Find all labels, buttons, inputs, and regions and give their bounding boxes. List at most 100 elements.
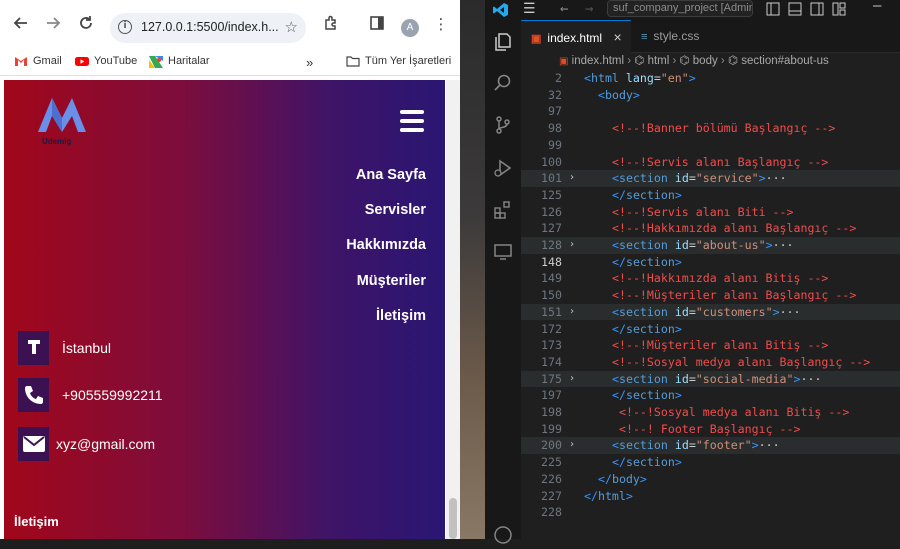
code-line[interactable]: 2 <html lang="en"> — [521, 70, 900, 87]
menu-kebab-icon[interactable]: ⋮ — [432, 15, 450, 33]
fold-chevron-icon[interactable]: › — [569, 437, 575, 454]
nav-back-icon[interactable]: ← — [560, 1, 568, 17]
fold-chevron-icon[interactable]: › — [569, 237, 575, 254]
code-line[interactable]: 175 › <section id="social-media">··· — [521, 370, 900, 388]
activity-bar — [485, 20, 521, 544]
bookmark-label: Haritalar — [168, 55, 210, 67]
code-line[interactable]: 99 — [521, 137, 900, 154]
customize-layout-icon[interactable] — [832, 1, 846, 20]
code-line[interactable]: 225 </section> — [521, 454, 900, 471]
code-text: </section> — [612, 254, 682, 269]
code-line[interactable]: 200 › <section id="footer">··· — [521, 437, 900, 455]
code-line[interactable]: 97 — [521, 103, 900, 120]
nav-about[interactable]: Hakkımızda — [346, 237, 426, 253]
code-line[interactable]: 174 <!--!Sosyal medya alanı Başlangıç --> — [521, 354, 900, 371]
toggle-panel-icon[interactable] — [788, 1, 802, 20]
contact-phone-text: +905559992211 — [62, 387, 163, 403]
breadcrumb-html[interactable]: html — [648, 55, 670, 67]
bookmark-maps[interactable]: Haritalar — [149, 55, 210, 68]
code-line[interactable]: 150 <!--!Müşteriler alanı Başlangıç --> — [521, 287, 900, 304]
close-icon[interactable]: × — [613, 29, 621, 45]
breadcrumb-body[interactable]: body — [693, 55, 718, 67]
toggle-secondary-sidebar-icon[interactable] — [810, 1, 824, 20]
address-bar[interactable]: i 127.0.0.1:5500/index.h... ☆ — [110, 13, 306, 43]
nav-forward-icon[interactable]: → — [585, 1, 593, 17]
hamburger-menu-icon[interactable] — [400, 110, 424, 132]
editor-tabs: ▣ index.html × ≡ style.css — [521, 20, 900, 53]
nav-contact[interactable]: İletişim — [376, 308, 426, 324]
code-line[interactable]: 125 </section> — [521, 187, 900, 204]
minimize-icon[interactable]: — — [873, 0, 881, 14]
code-line[interactable]: 199 <!--! Footer Başlangıç --> — [521, 421, 900, 438]
run-debug-icon[interactable] — [493, 158, 513, 178]
nav-customers[interactable]: Müşteriler — [357, 273, 426, 289]
code-line[interactable]: 148 </section> — [521, 254, 900, 271]
bookmark-youtube[interactable]: YouTube — [75, 55, 137, 67]
code-line[interactable]: 128 › <section id="about-us">··· — [521, 237, 900, 254]
footer-heading: İletişim — [14, 514, 59, 529]
reload-icon[interactable] — [77, 15, 95, 33]
extensions-icon[interactable] — [322, 15, 340, 33]
nav-services[interactable]: Servisler — [365, 202, 426, 218]
side-panel-icon[interactable] — [368, 15, 386, 33]
code-line[interactable]: 198 <!--!Sosyal medya alanı Bitiş --> — [521, 404, 900, 421]
line-number: 150 — [541, 288, 562, 303]
line-number: 151 — [541, 304, 562, 319]
nav-home[interactable]: Ana Sayfa — [356, 167, 426, 183]
contact-location: İstanbul — [18, 331, 111, 365]
code-line[interactable]: 126 <!--!Servis alanı Biti --> — [521, 204, 900, 221]
code-line[interactable]: 227 </html> — [521, 488, 900, 505]
browser-window: i 127.0.0.1:5500/index.h... ☆ A ⋮ Gmail … — [0, 0, 460, 539]
tab-style-css[interactable]: ≡ style.css — [631, 20, 731, 53]
code-line[interactable]: 127 <!--!Hakkımızda alanı Başlangıç --> — [521, 220, 900, 237]
source-control-icon[interactable] — [493, 115, 513, 135]
bookmark-gmail[interactable]: Gmail — [14, 55, 62, 67]
bookmarks-overflow[interactable]: » — [306, 55, 313, 70]
remote-explorer-icon[interactable] — [493, 242, 513, 262]
code-line[interactable]: 149 <!--!Hakkımızda alanı Bitiş --> — [521, 270, 900, 287]
code-line[interactable]: 32 <body> — [521, 87, 900, 104]
code-text: <!--!Hakkımızda alanı Başlangıç --> — [612, 221, 857, 236]
search-icon[interactable] — [493, 73, 513, 93]
line-number: 32 — [548, 87, 562, 102]
fold-chevron-icon[interactable]: › — [569, 170, 575, 187]
code-editor[interactable]: 2 <html lang="en"> 32 <body> 97 98 <!--!Banner… — [521, 70, 900, 539]
all-bookmarks[interactable]: Tüm Yer İşaretleri — [346, 55, 451, 67]
contact-email: xyz@gmail.com — [18, 427, 155, 461]
accounts-icon[interactable] — [493, 525, 513, 545]
toggle-sidebar-icon[interactable] — [766, 1, 780, 20]
code-line[interactable]: 98 <!--!Banner bölümü Başlangıç --> — [521, 120, 900, 137]
extensions-icon[interactable] — [493, 200, 513, 220]
hamburger-menu-icon[interactable]: ☰ — [523, 1, 536, 17]
code-line[interactable]: 228 — [521, 504, 900, 521]
url-text[interactable]: 127.0.0.1:5500/index.h... — [141, 20, 279, 34]
bookmark-star-icon[interactable]: ☆ — [285, 18, 298, 36]
line-number: 128 — [541, 238, 562, 252]
code-line[interactable]: 100 <!--!Servis alanı Başlangıç --> — [521, 154, 900, 171]
explorer-icon[interactable] — [493, 32, 513, 52]
code-text: <!--!Sosyal medya alanı Bitiş --> — [618, 405, 850, 419]
code-line[interactable]: 151 › <section id="customers">··· — [521, 303, 900, 321]
code-line[interactable]: 172 </section> — [521, 321, 900, 338]
breadcrumb-file[interactable]: index.html — [572, 55, 624, 67]
line-number: 172 — [541, 321, 562, 336]
fold-chevron-icon[interactable]: › — [569, 371, 575, 388]
code-text: <!--!Müşteriler alanı Başlangıç --> — [612, 288, 857, 303]
tab-index-html[interactable]: ▣ index.html × — [521, 20, 631, 53]
code-line[interactable]: 101 › <section id="service">··· — [521, 170, 900, 187]
code-line[interactable]: 226 </body> — [521, 471, 900, 488]
page-scrollbar-track[interactable] — [446, 80, 460, 539]
mail-icon — [18, 427, 49, 461]
forward-icon[interactable] — [44, 15, 62, 33]
code-line[interactable]: 197 </section> — [521, 387, 900, 404]
page-scrollbar-thumb[interactable] — [449, 498, 457, 539]
back-icon[interactable] — [12, 15, 30, 33]
fold-chevron-icon[interactable]: › — [569, 304, 575, 321]
breadcrumb-section[interactable]: section#about-us — [741, 55, 829, 67]
code-line[interactable]: 173 <!--!Müşteriler alanı Bitiş --> — [521, 337, 900, 354]
command-center[interactable]: suf_company_project [Adminis — [607, 0, 753, 17]
profile-avatar[interactable]: A — [401, 19, 419, 37]
line-number: 101 — [541, 171, 562, 186]
code-text: <section id="footer">··· — [612, 438, 780, 453]
site-info-icon[interactable]: i — [118, 20, 132, 34]
